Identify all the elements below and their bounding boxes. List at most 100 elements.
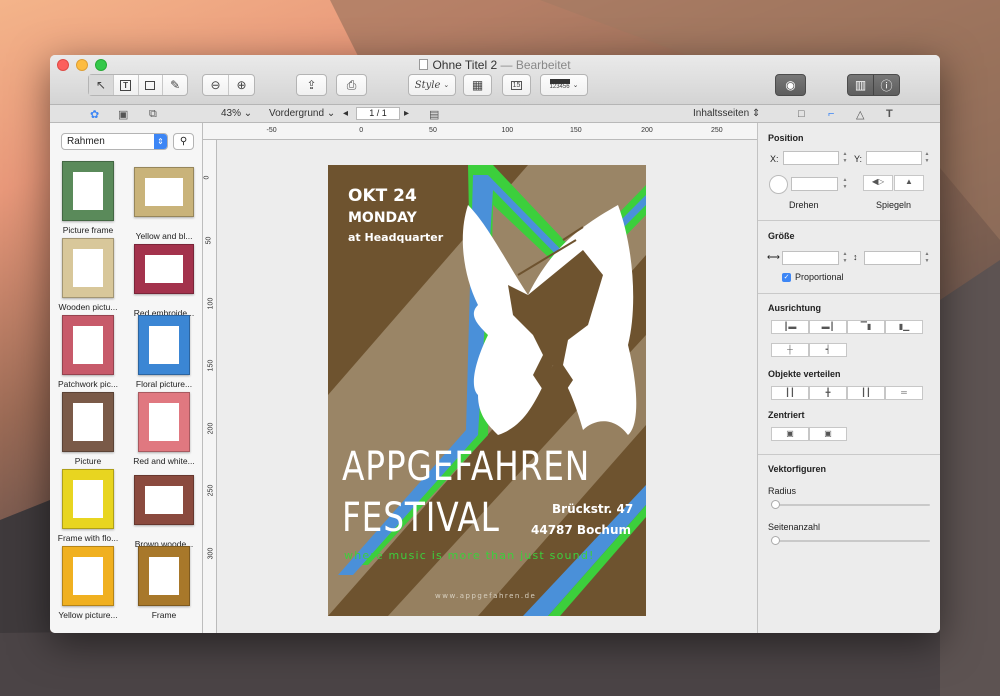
align-center-horizontal-icon[interactable]: ┼	[771, 343, 809, 357]
zoom-in-icon[interactable]: ⊕	[229, 75, 254, 95]
library-item[interactable]: Frame with flo...	[50, 469, 126, 543]
text-tab-icon[interactable]: T	[886, 108, 893, 120]
frame-opening	[73, 557, 103, 595]
horizontal-ruler: -50 0 50 100 150 200 250	[203, 123, 757, 140]
proportional-label: Proportional	[795, 272, 844, 282]
document-tab-icon[interactable]: □	[798, 108, 805, 120]
pages-menu[interactable]: Inhaltsseiten ⇕	[693, 108, 760, 119]
x-stepper[interactable]: ▲ ▼	[841, 151, 849, 165]
frame-thumbnail	[62, 469, 114, 529]
zoom-out-icon[interactable]: ⊖	[203, 75, 229, 95]
distribute-left-icon[interactable]: ┃┃	[771, 386, 809, 400]
width-stepper[interactable]: ▲ ▼	[841, 251, 849, 265]
pen-tool-icon[interactable]: ✎	[163, 75, 187, 95]
library-item[interactable]: Frame	[126, 546, 202, 620]
style-menu-button[interactable]: Style ⌄	[408, 74, 456, 96]
library-item[interactable]: Floral picture...	[126, 315, 202, 389]
library-item[interactable]: Red and white...	[126, 392, 202, 466]
library-item[interactable]: Picture	[50, 392, 126, 466]
rotation-stepper[interactable]: ▲ ▼	[841, 177, 849, 191]
proportional-checkbox[interactable]: ✓	[782, 273, 791, 282]
print-button[interactable]: ⎙	[336, 74, 367, 96]
chevron-down-icon: ⌄	[443, 82, 450, 89]
next-page-icon[interactable]: ▸	[404, 108, 409, 119]
info-icon[interactable]: ⓘ	[874, 75, 899, 95]
distribute-heading: Objekte verteilen	[768, 369, 841, 379]
table-icon: ▦	[471, 78, 484, 92]
sides-slider-knob[interactable]	[771, 536, 780, 545]
layer-menu[interactable]: Vordergrund ⌄	[269, 108, 335, 119]
arrange-tab-icon[interactable]: ⌐	[828, 108, 834, 120]
rotation-field[interactable]	[791, 177, 838, 191]
document-canvas[interactable]: OKT 24 MONDAY at Headquarter APPGEFAHREN…	[217, 140, 757, 633]
poster[interactable]: OKT 24 MONDAY at Headquarter APPGEFAHREN…	[328, 165, 646, 616]
y-stepper[interactable]: ▲ ▼	[923, 151, 931, 165]
page-field[interactable]: 1 / 1	[356, 107, 400, 120]
library-panel: Rahmen ⇕ ⚲ Picture frame Yellow and bl... W…	[50, 123, 203, 633]
flip-horizontal-icon[interactable]: ◀▷	[863, 175, 893, 191]
rotate-knob[interactable]	[769, 175, 788, 194]
inspector-toggle-group: ▥ ⓘ	[847, 74, 900, 96]
radius-slider[interactable]	[771, 500, 930, 509]
flip-vertical-icon[interactable]: ▲	[894, 175, 924, 191]
align-bottom-icon[interactable]: ▮▁	[885, 320, 923, 334]
frame-opening	[73, 403, 103, 441]
eye-icon: ◉	[785, 78, 796, 92]
table-button[interactable]: ▦	[463, 74, 492, 96]
shapes-icon[interactable]: ⧉	[149, 108, 157, 121]
fill-tab-icon[interactable]: △	[856, 108, 864, 121]
camera-icon[interactable]: ▣	[118, 108, 128, 121]
frame-thumbnail	[138, 315, 190, 375]
library-item[interactable]: Yellow picture...	[50, 546, 126, 620]
book-icon[interactable]: ▤	[429, 108, 439, 121]
select-tool-icon[interactable]: ↖	[89, 75, 114, 95]
previous-page-icon[interactable]: ◂	[343, 108, 348, 119]
distribute-right-icon[interactable]: ┃┃	[847, 386, 885, 400]
height-stepper[interactable]: ▲ ▼	[923, 251, 931, 265]
sides-slider[interactable]	[771, 536, 930, 545]
center-vertical-icon[interactable]: ▣	[809, 427, 847, 441]
library-item[interactable]: Patchwork pic...	[50, 315, 126, 389]
y-field[interactable]	[866, 151, 922, 165]
ruler-tick-label: 100	[501, 127, 514, 134]
frame-thumbnail	[134, 244, 194, 294]
calendar-button[interactable]: 15	[502, 74, 531, 96]
flower-icon[interactable]: ✿	[90, 108, 99, 121]
frame-opening	[73, 249, 103, 287]
preview-button[interactable]: ◉	[775, 74, 806, 96]
divider	[758, 220, 940, 221]
text-tool-icon[interactable]: T	[114, 75, 139, 95]
library-item[interactable]: Picture frame	[50, 161, 126, 235]
frame-opening	[145, 486, 183, 514]
sidebar-icon[interactable]: ▥	[848, 75, 874, 95]
radius-slider-knob[interactable]	[771, 500, 780, 509]
search-button[interactable]: ⚲	[173, 133, 194, 150]
center-horizontal-icon[interactable]: ▣	[771, 427, 809, 441]
align-left-icon[interactable]: ┃▬	[771, 320, 809, 334]
rectangle-tool-icon[interactable]	[139, 75, 164, 95]
frame-thumbnail	[138, 392, 190, 452]
panel-bar: ✿ ▣ ⧉ 43% ⌄ Vordergrund ⌄ ◂ 1 / 1 ▸ ▤ In…	[50, 105, 940, 123]
radius-label: Radius	[768, 486, 797, 496]
frame-thumbnail	[62, 392, 114, 452]
library-item[interactable]: Yellow and bl...	[126, 161, 202, 241]
share-button[interactable]: ⇪	[296, 74, 327, 96]
distribute-vertical-icon[interactable]: ═	[885, 386, 923, 400]
distribute-center-icon[interactable]: ╋	[809, 386, 847, 400]
align-center-vertical-icon[interactable]: ┥	[809, 343, 847, 357]
library-item[interactable]: Brown woode...	[126, 469, 202, 549]
frame-opening	[149, 557, 179, 595]
library-item-label: Yellow picture...	[58, 610, 118, 620]
poster-venue: at Headquarter	[348, 231, 444, 244]
x-field[interactable]	[783, 151, 839, 165]
width-field[interactable]	[782, 251, 839, 265]
category-select[interactable]: Rahmen ⇕	[61, 133, 168, 150]
height-field[interactable]	[864, 251, 921, 265]
zoom-menu[interactable]: 43% ⌄	[221, 108, 252, 119]
align-right-icon[interactable]: ▬┃	[809, 320, 847, 334]
barcode-button[interactable]: 123456 ⌄	[540, 74, 588, 96]
library-item[interactable]: Wooden pictu...	[50, 238, 126, 312]
align-top-icon[interactable]: ▔▮	[847, 320, 885, 334]
chevron-down-icon: ⌄	[572, 82, 579, 89]
library-item[interactable]: Red embroide...	[126, 238, 202, 318]
